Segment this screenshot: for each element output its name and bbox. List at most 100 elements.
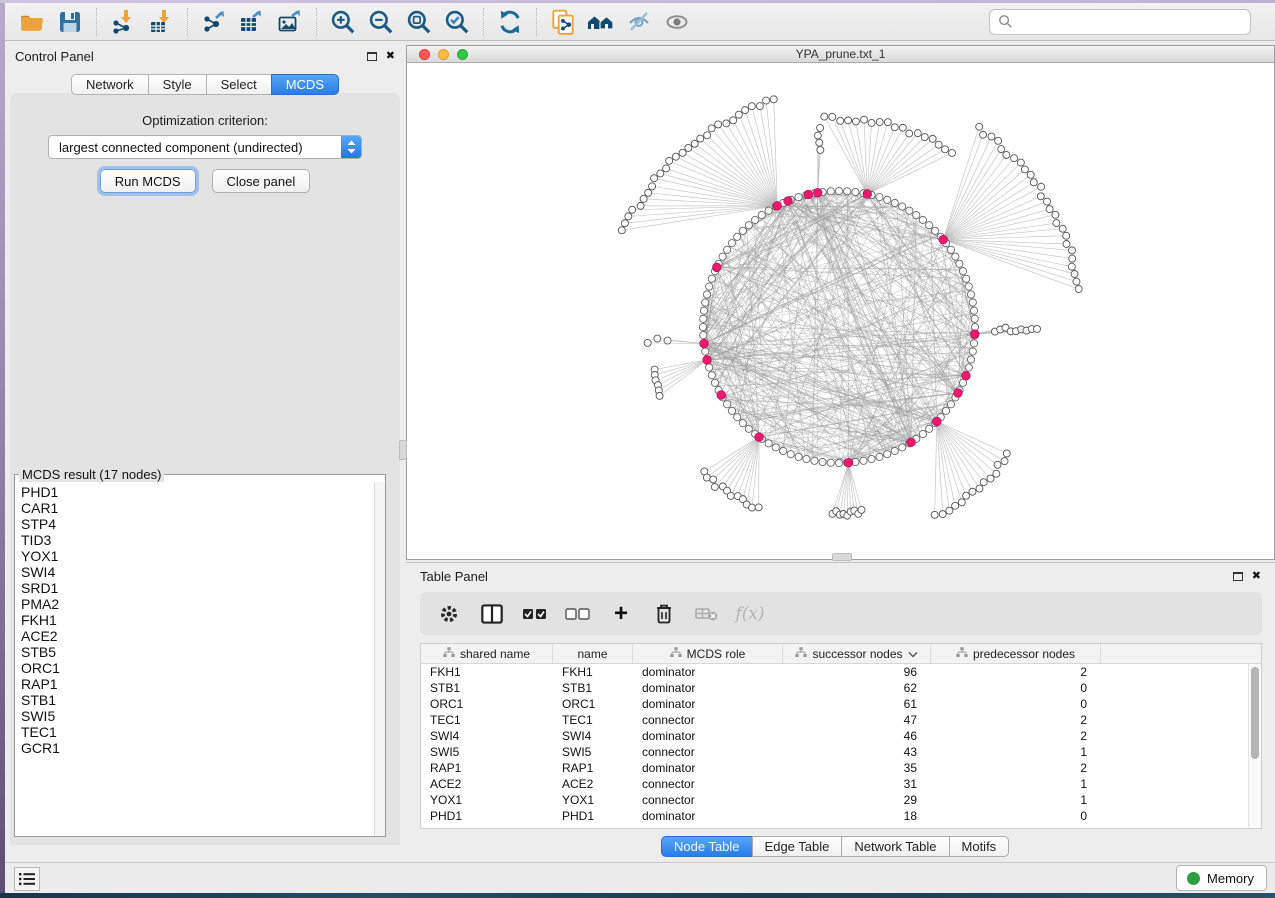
- open-file-icon[interactable]: [13, 6, 51, 38]
- tab-network-table[interactable]: Network Table: [841, 836, 949, 857]
- add-column-icon[interactable]: +: [608, 601, 634, 627]
- mcds-result-item[interactable]: SWI5: [21, 708, 385, 724]
- mcds-result-box: MCDS result (17 nodes) PHD1CAR1STP4TID3Y…: [14, 467, 386, 837]
- column-header-name[interactable]: name: [553, 644, 633, 663]
- mcds-result-scrollbar[interactable]: [374, 482, 385, 836]
- run-mcds-button[interactable]: Run MCDS: [100, 169, 196, 193]
- split-table-icon[interactable]: [479, 601, 505, 627]
- mcds-result-item[interactable]: SRD1: [21, 580, 385, 596]
- mcds-result-item[interactable]: SWI4: [21, 564, 385, 580]
- refresh-view-icon[interactable]: [491, 6, 529, 38]
- column-settings-gear-icon[interactable]: [436, 601, 462, 627]
- mcds-result-item[interactable]: STB1: [21, 692, 385, 708]
- close-table-panel-icon[interactable]: ✖: [1252, 571, 1261, 582]
- float-table-panel-icon[interactable]: [1233, 572, 1243, 581]
- mcds-result-item[interactable]: TEC1: [21, 724, 385, 740]
- tab-mcds[interactable]: MCDS: [271, 74, 339, 95]
- network-canvas-svg[interactable]: [407, 63, 1274, 559]
- save-session-icon[interactable]: [51, 6, 89, 38]
- search-input[interactable]: [1013, 14, 1242, 29]
- search-icon: [998, 14, 1013, 29]
- mcds-result-item[interactable]: STB5: [21, 644, 385, 660]
- table-scrollbar[interactable]: [1248, 664, 1261, 827]
- mcds-result-item[interactable]: FKH1: [21, 612, 385, 628]
- table-row[interactable]: STB1STB1dominator620: [421, 680, 1261, 696]
- mcds-result-item[interactable]: ACE2: [21, 628, 385, 644]
- import-table-from-file-icon[interactable]: [142, 6, 180, 38]
- delete-table-icon[interactable]: [694, 601, 720, 627]
- table-scrollbar-thumb[interactable]: [1251, 667, 1259, 759]
- column-header-successor-nodes[interactable]: successor nodes: [783, 644, 931, 663]
- memory-button[interactable]: Memory: [1176, 865, 1267, 891]
- tab-select[interactable]: Select: [206, 74, 272, 95]
- horizontal-splitter-handle[interactable]: [832, 553, 852, 561]
- table-row[interactable]: FKH1FKH1dominator962: [421, 664, 1261, 680]
- duplicate-network-icon[interactable]: [544, 6, 582, 38]
- tab-style[interactable]: Style: [148, 74, 207, 95]
- table-row[interactable]: RAP1RAP1dominator352: [421, 760, 1261, 776]
- cell-name: YOX1: [553, 792, 633, 808]
- cell-name: TEC1: [553, 712, 633, 728]
- column-header-predecessor-nodes[interactable]: predecessor nodes: [931, 644, 1101, 663]
- show-all-icon[interactable]: [658, 6, 696, 38]
- mcds-result-item[interactable]: PHD1: [21, 484, 385, 500]
- export-table-icon[interactable]: [233, 6, 271, 38]
- table-row[interactable]: SWI5SWI5connector431: [421, 744, 1261, 760]
- task-history-button[interactable]: [14, 867, 40, 891]
- select-all-checkboxes-icon[interactable]: [522, 601, 548, 627]
- column-header-shared-name[interactable]: shared name: [421, 644, 553, 663]
- hide-selected-icon[interactable]: [620, 6, 658, 38]
- toolbar-separator: [96, 8, 97, 36]
- cell-successor-nodes: 47: [783, 712, 931, 728]
- cell-predecessor-nodes: 2: [931, 760, 1101, 776]
- vertical-splitter-handle[interactable]: [399, 440, 407, 460]
- mcds-result-item[interactable]: ORC1: [21, 660, 385, 676]
- mcds-tab-content: Optimization criterion: largest connecte…: [10, 93, 400, 845]
- zoom-fit-content-icon[interactable]: [400, 6, 438, 38]
- control-panel-title: Control Panel: [15, 49, 94, 64]
- close-panel-button[interactable]: Close panel: [212, 169, 311, 193]
- table-row[interactable]: ACE2ACE2connector311: [421, 776, 1261, 792]
- toolbar-separator: [536, 8, 537, 36]
- table-row[interactable]: YOX1YOX1connector291: [421, 792, 1261, 808]
- toolbar-separator: [187, 8, 188, 36]
- close-panel-icon[interactable]: ✖: [386, 51, 395, 62]
- mcds-result-item[interactable]: CAR1: [21, 500, 385, 516]
- zoom-out-icon[interactable]: [362, 6, 400, 38]
- network-window-titlebar[interactable]: YPA_prune.txt_1: [407, 46, 1274, 63]
- search-field[interactable]: [989, 9, 1251, 35]
- mcds-result-item[interactable]: YOX1: [21, 548, 385, 564]
- tab-node-table[interactable]: Node Table: [661, 836, 753, 857]
- mcds-result-item[interactable]: STP4: [21, 516, 385, 532]
- table-row[interactable]: SWI4SWI4dominator462: [421, 728, 1261, 744]
- node-table: shared namenameMCDS rolesuccessor nodesp…: [420, 643, 1262, 829]
- delete-column-icon[interactable]: [651, 601, 677, 627]
- table-row[interactable]: PHD1PHD1dominator180: [421, 808, 1261, 824]
- mcds-result-item[interactable]: GCR1: [21, 740, 385, 756]
- float-panel-icon[interactable]: [367, 52, 377, 61]
- export-network-icon[interactable]: [195, 6, 233, 38]
- mcds-result-list[interactable]: PHD1CAR1STP4TID3YOX1SWI4SRD1PMA2FKH1ACE2…: [15, 482, 385, 836]
- mcds-result-item[interactable]: PMA2: [21, 596, 385, 612]
- mcds-result-item[interactable]: RAP1: [21, 676, 385, 692]
- zoom-selected-icon[interactable]: [438, 6, 476, 38]
- mcds-result-item[interactable]: TID3: [21, 532, 385, 548]
- group-attributes-icon[interactable]: [582, 6, 620, 38]
- import-network-from-file-icon[interactable]: [104, 6, 142, 38]
- tab-network[interactable]: Network: [71, 74, 149, 95]
- tab-motifs[interactable]: Motifs: [949, 836, 1010, 857]
- cell-shared-name: RAP1: [421, 760, 553, 776]
- tab-edge-table[interactable]: Edge Table: [752, 836, 843, 857]
- deselect-all-checkboxes-icon[interactable]: [565, 601, 591, 627]
- zoom-in-icon[interactable]: [324, 6, 362, 38]
- table-row[interactable]: ORC1ORC1dominator610: [421, 696, 1261, 712]
- control-panel: Control Panel ✖ NetworkStyleSelectMCDS O…: [5, 41, 405, 862]
- function-builder-icon[interactable]: f(x): [737, 601, 763, 627]
- optimization-criterion-select[interactable]: largest connected component (undirected): [48, 135, 362, 159]
- cell-predecessor-nodes: 0: [931, 680, 1101, 696]
- list-icon: [18, 872, 36, 886]
- table-row[interactable]: TEC1TEC1connector472: [421, 712, 1261, 728]
- column-header-MCDS-role[interactable]: MCDS role: [633, 644, 783, 663]
- export-image-icon[interactable]: [271, 6, 309, 38]
- cell-successor-nodes: 29: [783, 792, 931, 808]
